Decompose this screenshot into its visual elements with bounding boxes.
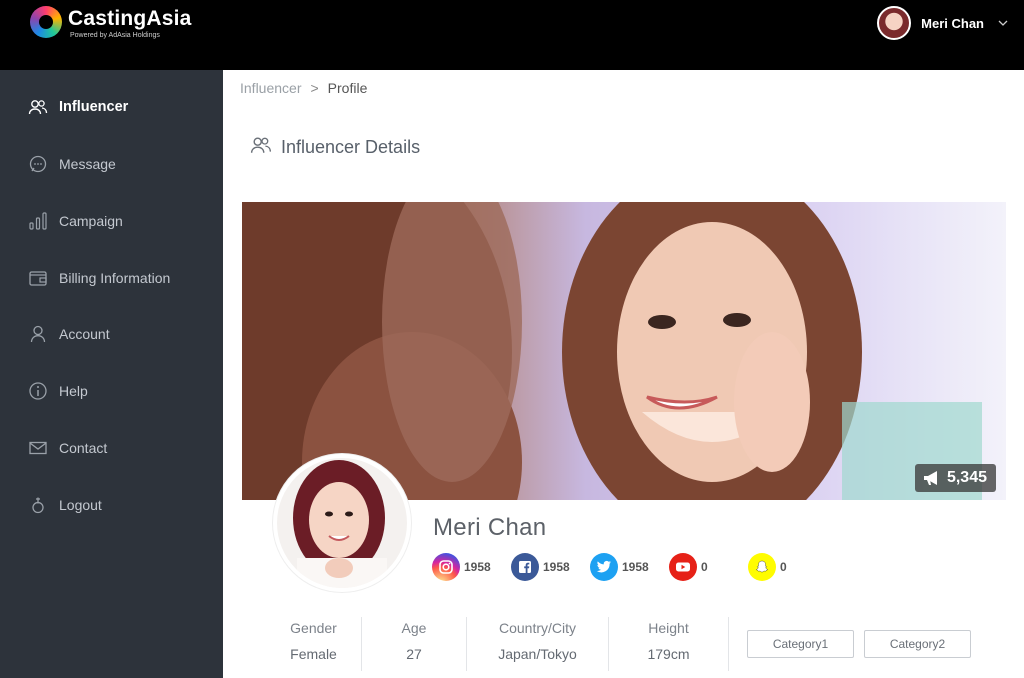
- breadcrumb: Influencer > Profile: [240, 80, 367, 96]
- chat-bubble-icon: [28, 154, 48, 174]
- category-tag-2[interactable]: Category2: [864, 630, 971, 658]
- sidebar-item-label: Billing Information: [59, 270, 171, 286]
- facebook-icon[interactable]: [511, 553, 539, 581]
- stat-label: Age: [401, 620, 427, 636]
- sidebar-item-label: Logout: [59, 497, 102, 513]
- snapchat-icon[interactable]: [748, 553, 776, 581]
- category-tag-1[interactable]: Category1: [747, 630, 854, 658]
- sidebar-item-label: Help: [59, 383, 88, 399]
- wallet-icon: [28, 268, 48, 288]
- instagram-count: 1958: [464, 560, 491, 574]
- twitter-count: 1958: [622, 560, 649, 574]
- section-header: Influencer Details: [250, 135, 420, 160]
- stat-height: Height 179cm: [609, 617, 729, 671]
- social-facebook[interactable]: 1958: [511, 553, 570, 581]
- logo-mark-icon: [30, 6, 62, 38]
- sidebar: Influencer Message Campaign Billing Info…: [0, 70, 223, 678]
- logo-text: CastingAsia Powered by AdAsia Holdings: [68, 6, 192, 40]
- breadcrumb-current: Profile: [327, 80, 368, 96]
- social-twitter[interactable]: 1958: [590, 553, 649, 581]
- sidebar-item-contact[interactable]: Contact: [0, 428, 223, 468]
- sidebar-item-logout[interactable]: Logout: [0, 485, 223, 525]
- influencer-stats: Gender Female Age 27 Country/City Japan/…: [266, 617, 729, 671]
- mail-icon: [28, 438, 48, 458]
- stat-value: 179cm: [647, 646, 690, 662]
- social-youtube[interactable]: 0: [669, 553, 708, 581]
- breadcrumb-separator: >: [310, 80, 319, 96]
- stat-age: Age 27: [362, 617, 467, 671]
- brand-tagline: Powered by AdAsia Holdings: [70, 32, 160, 39]
- facebook-count: 1958: [543, 560, 570, 574]
- social-instagram[interactable]: 1958: [432, 553, 491, 581]
- user-menu[interactable]: Meri Chan: [877, 6, 1008, 40]
- bar-chart-icon: [28, 211, 48, 231]
- profile-avatar: [273, 454, 411, 592]
- user-name[interactable]: Meri Chan: [921, 16, 984, 31]
- stat-value: Japan/Tokyo: [498, 646, 577, 662]
- user-icon: [28, 324, 48, 344]
- stat-label: Country/City: [498, 620, 577, 636]
- stat-country-city: Country/City Japan/Tokyo: [467, 617, 609, 671]
- sidebar-item-help[interactable]: Help: [0, 371, 223, 411]
- chevron-down-icon[interactable]: [998, 18, 1008, 28]
- logo[interactable]: CastingAsia Powered by AdAsia Holdings: [30, 6, 192, 40]
- stat-label: Gender: [290, 620, 337, 636]
- info-icon: [28, 381, 48, 401]
- logout-icon: [28, 495, 48, 515]
- stat-gender: Gender Female: [266, 617, 362, 671]
- youtube-icon[interactable]: [669, 553, 697, 581]
- megaphone-icon: [923, 471, 937, 485]
- top-bar: CastingAsia Powered by AdAsia Holdings M…: [0, 0, 1024, 70]
- sidebar-item-billing[interactable]: Billing Information: [0, 258, 223, 298]
- social-snapchat[interactable]: 0: [748, 553, 787, 581]
- views-count: 5,345: [946, 469, 987, 486]
- stat-label: Height: [648, 620, 689, 636]
- instagram-icon[interactable]: [432, 553, 460, 581]
- sidebar-item-label: Influencer: [59, 99, 129, 115]
- influencer-name: Meri Chan: [433, 514, 547, 541]
- sidebar-item-label: Campaign: [59, 213, 123, 229]
- youtube-count: 0: [701, 560, 708, 574]
- users-icon: [250, 135, 272, 160]
- page-title: Influencer Details: [281, 137, 421, 157]
- stat-value: Female: [290, 646, 337, 662]
- sidebar-item-influencer[interactable]: Influencer: [0, 87, 223, 127]
- sidebar-item-campaign[interactable]: Campaign: [0, 201, 223, 241]
- profile-photo-illustration: [277, 458, 407, 588]
- twitter-icon[interactable]: [590, 553, 618, 581]
- breadcrumb-link-influencer[interactable]: Influencer: [240, 80, 301, 96]
- stat-value: 27: [406, 646, 422, 662]
- sidebar-item-message[interactable]: Message: [0, 144, 223, 184]
- views-badge: 5,345: [914, 464, 996, 492]
- snapchat-count: 0: [780, 560, 787, 574]
- sidebar-item-label: Account: [59, 326, 110, 342]
- brand-name: CastingAsia: [68, 7, 192, 30]
- sidebar-item-label: Message: [59, 156, 116, 172]
- sidebar-item-account[interactable]: Account: [0, 314, 223, 354]
- users-icon: [28, 97, 48, 117]
- user-avatar[interactable]: [877, 6, 912, 40]
- sidebar-item-label: Contact: [59, 440, 108, 456]
